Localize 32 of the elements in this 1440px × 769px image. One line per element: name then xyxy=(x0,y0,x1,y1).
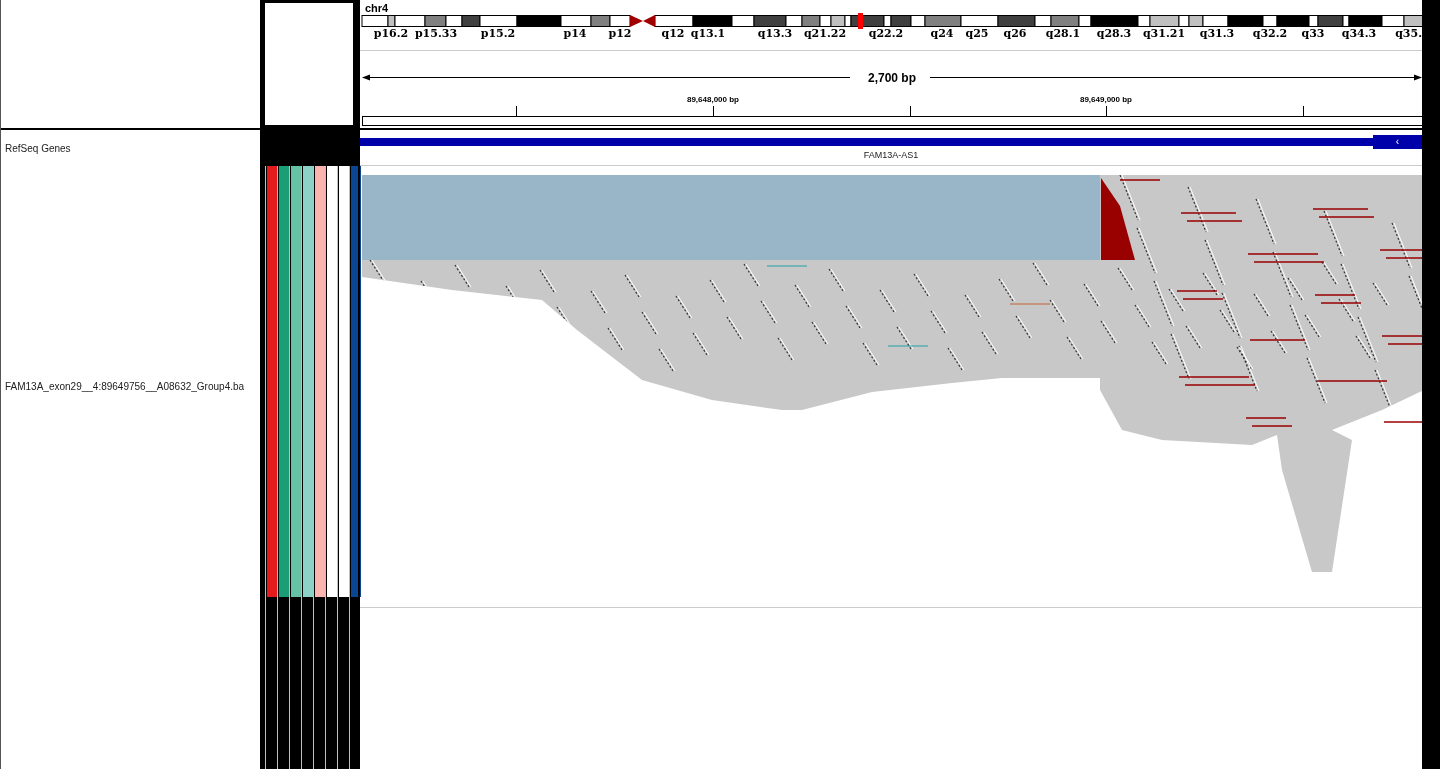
ruler-span-label: 2,700 bp xyxy=(868,71,916,85)
cytoband-label: q34.3 xyxy=(1341,27,1377,40)
cytoband-label: q12 xyxy=(661,27,685,40)
cytoband-label: q33 xyxy=(1301,27,1325,40)
cytoband-label: p16.2 xyxy=(373,27,409,40)
cytoband-label: q31.3 xyxy=(1199,27,1235,40)
chromosome-name[interactable]: chr4 xyxy=(365,2,389,14)
cytoband-label: p15.2 xyxy=(480,27,516,40)
track-name[interactable]: RefSeq Genes xyxy=(1,142,71,154)
ideogram-drawing[interactable] xyxy=(361,13,1424,29)
cytoband-label: q25 xyxy=(965,27,989,40)
ruler-tick-label: 89,648,000 bp xyxy=(687,95,739,104)
read-alignments-drawing[interactable] xyxy=(362,175,1424,572)
cytoband-label: p14 xyxy=(563,27,587,40)
scrollbar[interactable] xyxy=(1422,0,1440,769)
cytoband-label: q26 xyxy=(1003,27,1027,40)
gene-label: FAM13A-AS1 xyxy=(862,150,920,160)
cytoband-label: q35. xyxy=(1395,27,1422,40)
cytoband-label: q22.2 xyxy=(868,27,904,40)
gene-feature-bar[interactable]: ‹ xyxy=(360,138,1422,146)
cytoband-label: q28.3 xyxy=(1096,27,1132,40)
cytoband-label: p15.33 xyxy=(414,27,458,40)
cytoband-label: q31.21 xyxy=(1142,27,1186,40)
cytoband-label: q32.2 xyxy=(1252,27,1288,40)
cytoband-label: q28.1 xyxy=(1045,27,1081,40)
cytoband-label: p12 xyxy=(608,27,632,40)
cytoband-label: q24 xyxy=(930,27,954,40)
ruler-tick-label: 89,649,000 bp xyxy=(1080,95,1132,104)
cytoband-label: q13.1 xyxy=(690,27,726,40)
cytoband-label: q21.22 xyxy=(803,27,847,40)
cytoband-label: q13.3 xyxy=(757,27,793,40)
track-name[interactable]: FAM13A_exon29__4:89649756__A08632_Group4.ba xyxy=(1,381,245,392)
